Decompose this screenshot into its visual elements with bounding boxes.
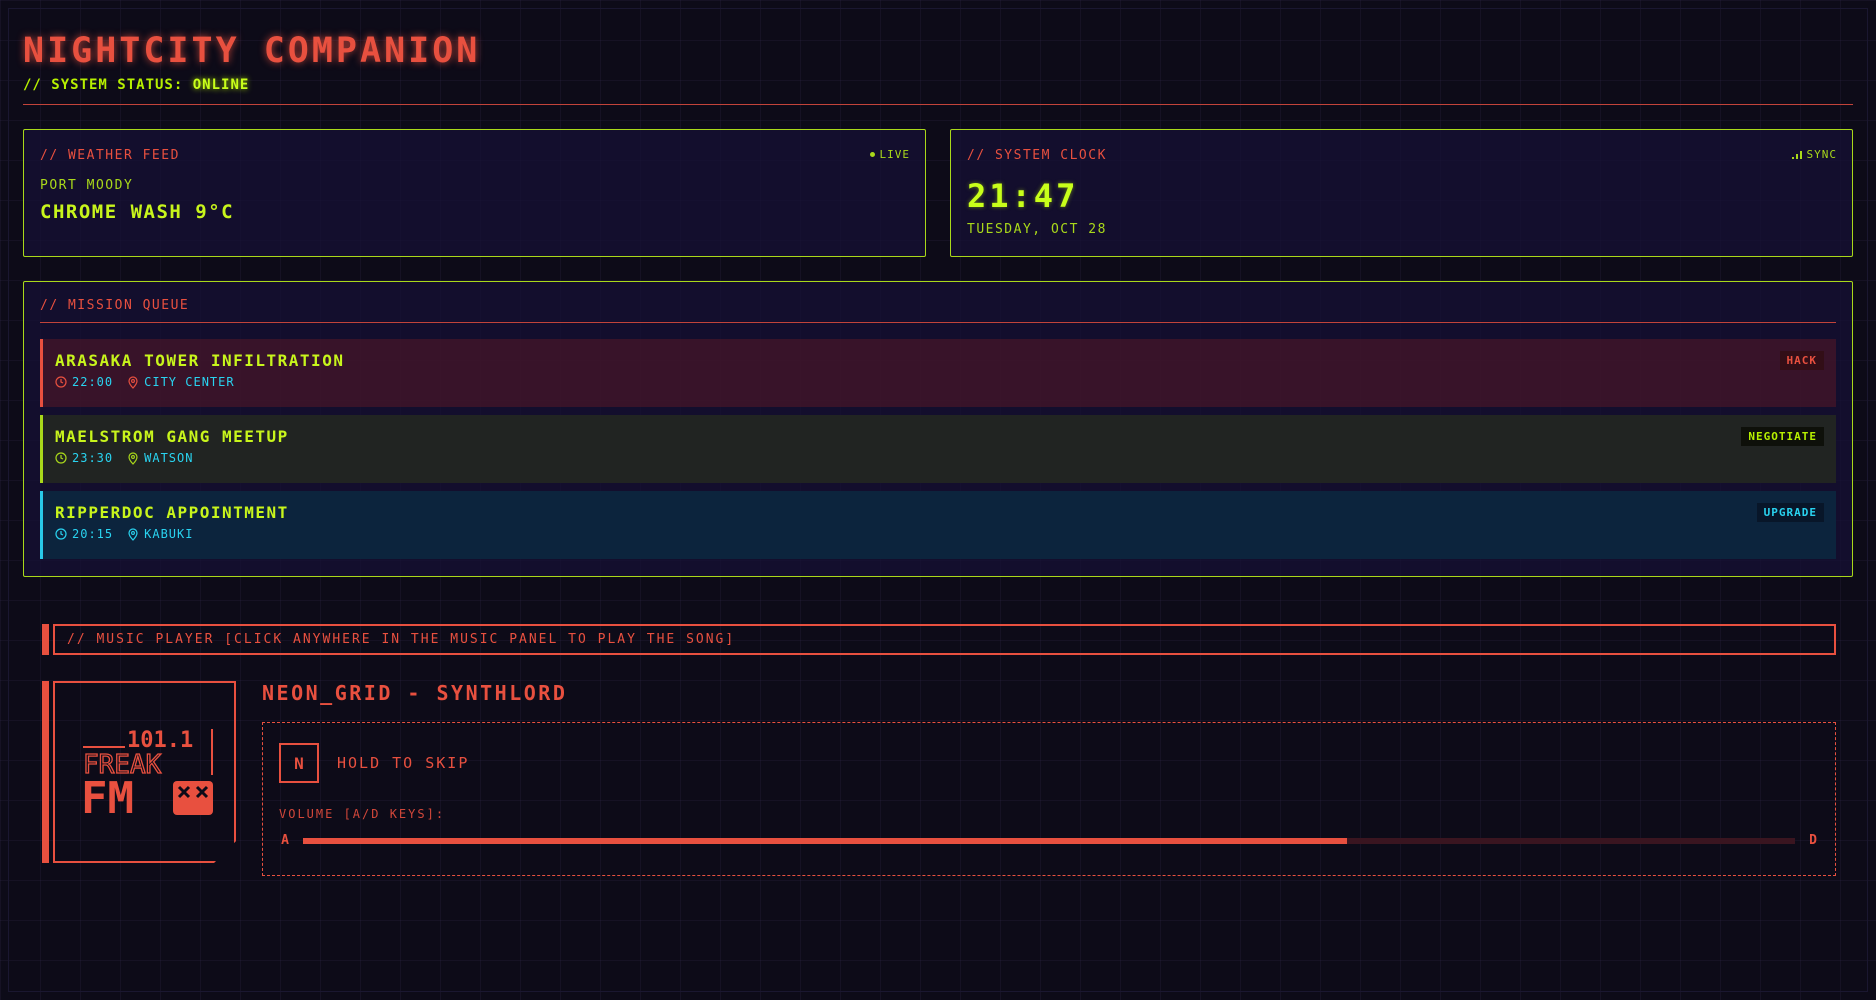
sync-label: SYNC <box>1806 148 1837 161</box>
freak-fm-logo-icon: 101.1 FREAK FM <box>81 728 213 824</box>
mission-queue-panel: // MISSION QUEUE ARASAKA TOWER INFILTRAT… <box>23 281 1853 577</box>
music-player-header[interactable]: // MUSIC PLAYER [CLICK ANYWHERE IN THE M… <box>53 624 1836 655</box>
music-header-accent <box>42 624 49 655</box>
clock-label: // SYSTEM CLOCK <box>967 148 1107 163</box>
logo-line2: FM <box>81 773 134 824</box>
mission-location: KABUKI <box>144 527 194 541</box>
mission-tag: HACK <box>1779 351 1824 370</box>
skip-label: HOLD TO SKIP <box>337 754 470 772</box>
app-container: NIGHTCITY COMPANION // SYSTEM STATUS: ON… <box>23 30 1853 577</box>
clock-panel: // SYSTEM CLOCK SYNC 21:47 TUESDAY, OCT … <box>950 129 1853 257</box>
clock-date: TUESDAY, OCT 28 <box>967 222 1107 237</box>
volume-slider[interactable] <box>303 837 1795 844</box>
weather-panel: // WEATHER FEED LIVE PORT MOODY CHROME W… <box>23 129 926 257</box>
mission-title: RIPPERDOC APPOINTMENT <box>55 503 289 522</box>
mission-item[interactable]: ARASAKA TOWER INFILTRATION 22:00 CITY CE… <box>40 339 1836 407</box>
live-dot-icon <box>869 152 875 157</box>
header-divider <box>23 104 1853 105</box>
clock-icon <box>55 376 67 388</box>
mission-list: ARASAKA TOWER INFILTRATION 22:00 CITY CE… <box>40 339 1836 559</box>
status-prefix: // SYSTEM STATUS: <box>23 77 184 93</box>
player-controls: NEON_GRID - SYNTHLORD N HOLD TO SKIP VOL… <box>262 681 1836 876</box>
location-pin-icon <box>128 375 138 389</box>
mission-item[interactable]: RIPPERDOC APPOINTMENT 20:15 KABUKI UPGRA… <box>40 491 1836 559</box>
volume-up-key[interactable]: D <box>1807 833 1819 848</box>
location-pin-icon <box>128 527 138 541</box>
now-playing-title: NEON_GRID - SYNTHLORD <box>262 681 568 705</box>
status-value: ONLINE <box>192 77 250 93</box>
system-status: // SYSTEM STATUS: ONLINE <box>23 76 1853 94</box>
skip-button[interactable]: N <box>279 743 319 783</box>
music-panel[interactable]: // MUSIC PLAYER [CLICK ANYWHERE IN THE M… <box>42 624 1836 876</box>
location-pin-icon <box>128 451 138 465</box>
weather-label: // WEATHER FEED <box>40 148 180 163</box>
mission-title: MAELSTROM GANG MEETUP <box>55 427 289 446</box>
signal-bars-icon <box>1791 150 1802 159</box>
mission-location: WATSON <box>144 451 194 465</box>
weather-location: PORT MOODY <box>40 178 134 193</box>
control-box: N HOLD TO SKIP VOLUME [A/D KEYS]: A D <box>262 722 1836 876</box>
sync-indicator: SYNC <box>1791 148 1838 161</box>
mission-location: CITY CENTER <box>144 375 235 389</box>
station-logo: 101.1 FREAK FM <box>53 681 236 863</box>
mission-tag: UPGRADE <box>1756 503 1824 522</box>
mission-time: 23:30 <box>72 451 114 465</box>
mission-queue-label: // MISSION QUEUE <box>40 298 1836 323</box>
app-title: NIGHTCITY COMPANION <box>23 31 481 71</box>
mission-tag: NEGOTIATE <box>1741 427 1824 446</box>
live-label: LIVE <box>879 148 910 161</box>
clock-icon <box>55 528 67 540</box>
cover-accent <box>42 681 49 863</box>
volume-fill <box>303 837 1348 844</box>
mission-time: 20:15 <box>72 527 114 541</box>
clock-time: 21:47 <box>967 177 1079 215</box>
mission-item[interactable]: MAELSTROM GANG MEETUP 23:30 WATSON NEGOT… <box>40 415 1836 483</box>
clock-icon <box>55 452 67 464</box>
mission-title: ARASAKA TOWER INFILTRATION <box>55 351 345 370</box>
weather-condition: CHROME WASH 9°C <box>40 201 235 223</box>
volume-label: VOLUME [A/D KEYS]: <box>279 807 446 821</box>
live-indicator: LIVE <box>869 148 911 161</box>
volume-down-key[interactable]: A <box>279 833 291 848</box>
mission-time: 22:00 <box>72 375 114 389</box>
